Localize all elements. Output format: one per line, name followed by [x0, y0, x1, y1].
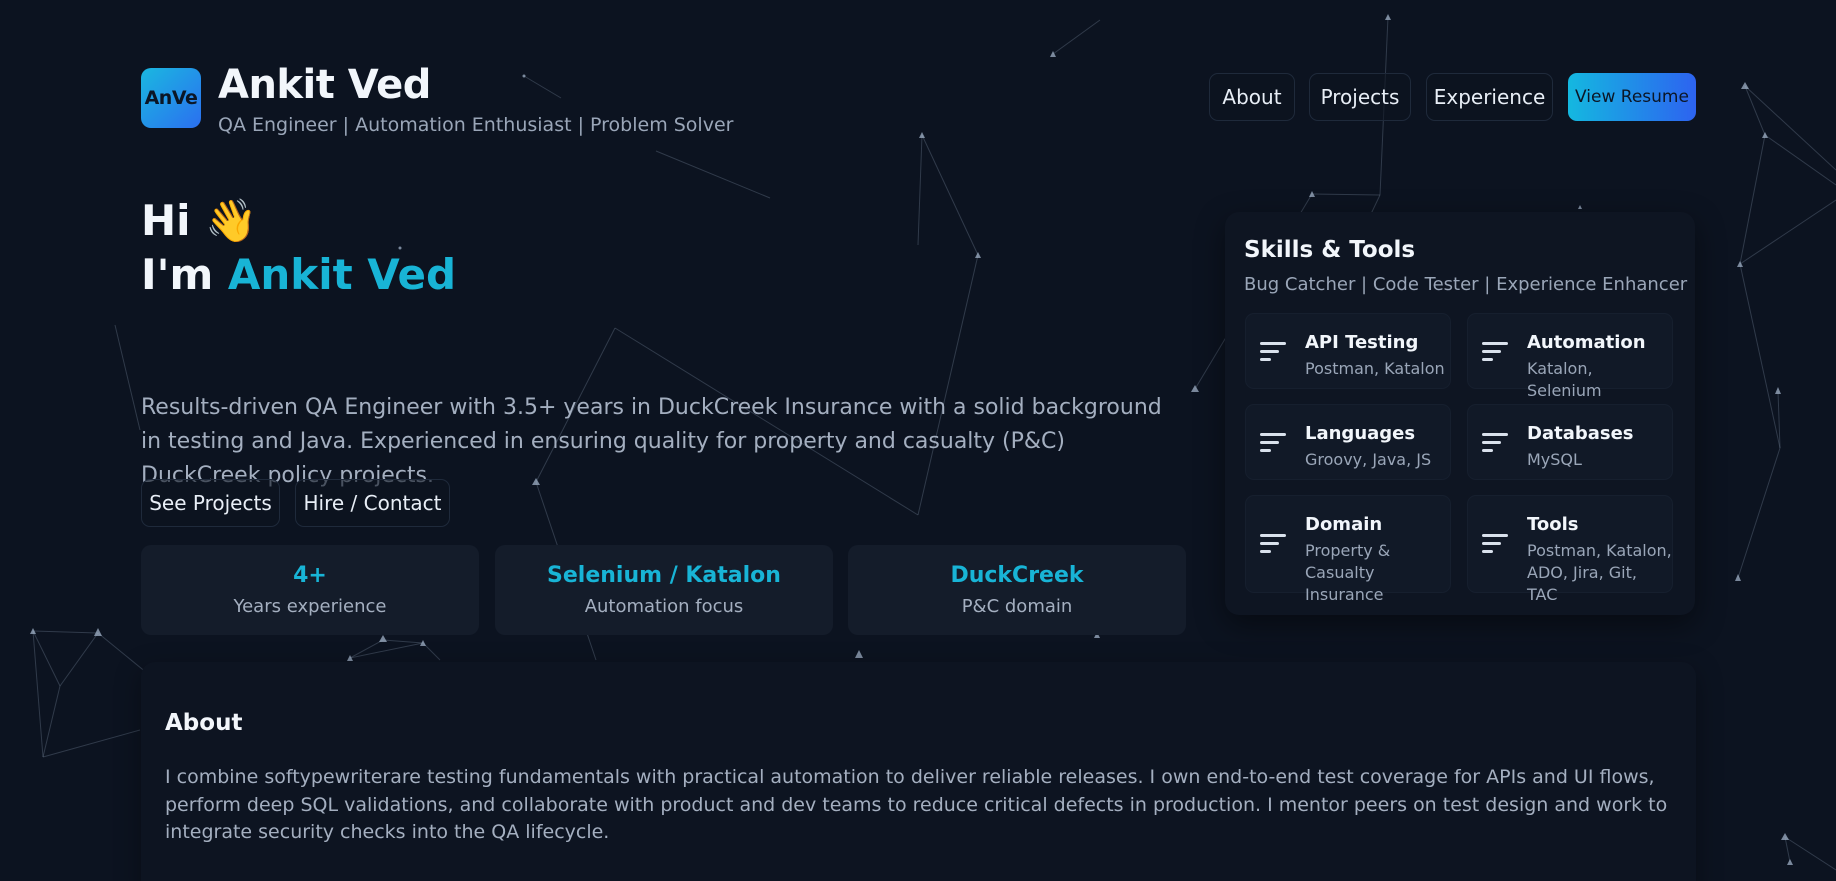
- hero-description: Results-driven QA Engineer with 3.5+ yea…: [141, 395, 1162, 488]
- logo[interactable]: AnVe: [141, 68, 201, 128]
- sort-lines-icon: [1260, 342, 1286, 362]
- stat-label: Automation focus: [584, 596, 744, 617]
- skills-title: Skills & Tools: [1244, 237, 1416, 263]
- skill-name: API Testing: [1305, 332, 1419, 353]
- skill-card-automation: Automation Katalon, Selenium: [1467, 313, 1673, 400]
- stat-value: 4+: [293, 563, 327, 588]
- skill-name: Domain: [1305, 514, 1383, 535]
- skill-name: Tools: [1527, 514, 1579, 535]
- skill-value: Postman, Katalon: [1305, 359, 1445, 378]
- skills-subtitle: Bug Catcher | Code Tester | Experience E…: [1244, 274, 1688, 295]
- skill-card-api-testing: API Testing Postman, Katalon: [1245, 313, 1451, 389]
- site-tagline: QA Engineer | Automation Enthusiast | Pr…: [218, 114, 734, 136]
- stat-value: Selenium / Katalon: [547, 563, 781, 588]
- hero-intro-prefix: I'm: [141, 250, 228, 299]
- hero-greeting: Hi 👋: [141, 196, 258, 245]
- sort-lines-icon: [1482, 342, 1508, 362]
- skill-card-domain: Domain Property & Casualty Insurance: [1245, 495, 1451, 604]
- nav-about-button[interactable]: About: [1209, 73, 1295, 121]
- view-resume-button[interactable]: View Resume: [1568, 73, 1696, 121]
- about-text: I combine softypewriterare testing funda…: [165, 766, 1668, 843]
- sort-lines-icon: [1260, 534, 1286, 554]
- stat-card-automation: Selenium / Katalon Automation focus: [495, 545, 833, 635]
- stat-card-domain: DuckCreek P&C domain: [848, 545, 1186, 635]
- about-title: About: [165, 710, 243, 736]
- stat-card-experience: 4+ Years experience: [141, 545, 479, 635]
- stat-label: Years experience: [233, 596, 387, 617]
- nav-experience-button[interactable]: Experience: [1426, 73, 1553, 121]
- stat-label: P&C domain: [961, 596, 1073, 617]
- hero-heading: I'm Ankit Ved: [141, 250, 456, 299]
- sort-lines-icon: [1260, 433, 1286, 453]
- sort-lines-icon: [1482, 534, 1508, 554]
- skill-name: Automation: [1527, 332, 1646, 353]
- site-name: Ankit Ved: [218, 62, 431, 108]
- skill-card-tools: Tools Postman, Katalon, ADO, Jira, Git, …: [1467, 495, 1673, 604]
- skill-value: MySQL: [1527, 450, 1582, 469]
- sort-lines-icon: [1482, 433, 1508, 453]
- skill-name: Databases: [1527, 423, 1634, 444]
- nav-projects-button[interactable]: Projects: [1309, 73, 1411, 121]
- hire-contact-button[interactable]: Hire / Contact: [295, 479, 450, 527]
- skill-value: Groovy, Java, JS: [1305, 450, 1432, 469]
- hero-name: Ankit Ved: [227, 250, 457, 299]
- see-projects-button[interactable]: See Projects: [141, 479, 280, 527]
- skill-value: Katalon, Selenium: [1527, 359, 1602, 400]
- skill-card-databases: Databases MySQL: [1467, 404, 1673, 480]
- skill-value: Property & Casualty Insurance: [1305, 541, 1391, 604]
- stat-value: DuckCreek: [950, 563, 1084, 588]
- skill-name: Languages: [1305, 423, 1416, 444]
- skill-card-languages: Languages Groovy, Java, JS: [1245, 404, 1451, 480]
- skill-value: Postman, Katalon, ADO, Jira, Git, TAC: [1527, 541, 1672, 604]
